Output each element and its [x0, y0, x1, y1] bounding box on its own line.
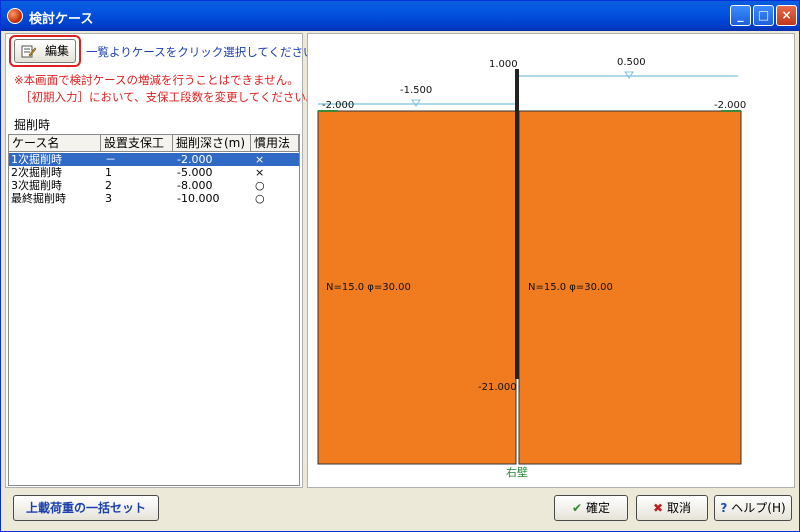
ok-button-label: 確定 — [586, 501, 611, 515]
window-title: 検討ケース — [29, 12, 94, 27]
cell-method: × — [255, 153, 265, 166]
cell-case: 2次掘削時 — [11, 166, 62, 179]
section-label: 掘削時 — [14, 118, 51, 132]
level-top-right: -2.000 — [714, 100, 746, 111]
hint-text: 一覧よりケースをクリック選択してください — [86, 45, 315, 59]
cell-method: ○ — [255, 179, 265, 192]
ok-button[interactable]: ✔ 確定 — [554, 495, 628, 521]
x-icon: ✖ — [652, 501, 664, 515]
col-header-case[interactable]: ケース名 — [9, 135, 101, 152]
warning-line-2: ［初期入力］において、支保工段数を変更してください。 — [20, 90, 318, 104]
bulk-load-button[interactable]: 上載荷重の一括セット — [13, 495, 159, 521]
cell-depth: -5.000 — [177, 166, 213, 179]
water-level-left-label: -1.500 — [400, 85, 432, 96]
level-wall-bottom: -21.000 — [478, 382, 517, 393]
title-bar[interactable]: 検討ケース _ □ × — [1, 1, 799, 31]
warning-line-1: ※本画面で検討ケースの増減を行うことはできません。 — [14, 73, 299, 87]
case-panel: 編集 一覧よりケースをクリック選択してください ※本画面で検討ケースの増減を行う… — [5, 33, 317, 488]
edit-button[interactable]: 編集 — [14, 39, 76, 63]
check-icon: ✔ — [571, 501, 583, 515]
cell-support: － — [105, 153, 116, 166]
help-button[interactable]: ? ヘルプ(H) — [714, 495, 792, 521]
level-top-left: -2.000 — [322, 100, 354, 111]
pencil-icon — [21, 45, 36, 58]
edit-button-label: 編集 — [44, 44, 69, 58]
water-marker-left — [411, 99, 421, 107]
cancel-button[interactable]: ✖ 取消 — [636, 495, 708, 521]
minimize-button[interactable]: _ — [730, 5, 751, 26]
maximize-button[interactable]: □ — [753, 5, 774, 26]
app-icon — [7, 8, 23, 24]
help-icon: ? — [720, 501, 728, 515]
col-header-method[interactable]: 慣用法 — [251, 135, 299, 152]
cell-depth: -8.000 — [177, 179, 213, 192]
cell-support: 3 — [105, 192, 112, 205]
retaining-wall — [515, 69, 519, 379]
cell-case: 最終掘削時 — [11, 192, 66, 205]
cell-method: × — [255, 166, 265, 179]
table-row[interactable]: 3次掘削時 2 -8.000 ○ — [9, 179, 299, 192]
cell-depth: -2.000 — [177, 153, 213, 166]
table-row[interactable]: 2次掘削時 1 -5.000 × — [9, 166, 299, 179]
soil-right-label: N=15.0 φ=30.00 — [528, 282, 613, 293]
water-level-right-label: 0.500 — [617, 57, 646, 68]
cell-depth: -10.000 — [177, 192, 220, 205]
cell-case: 3次掘削時 — [11, 179, 62, 192]
help-button-label: ヘルプ(H) — [731, 501, 786, 515]
section-diagram-panel: -2.000 -2.000 1.000 -1.500 0.500 -21.000… — [307, 33, 795, 488]
table-row[interactable]: 1次掘削時 － -2.000 × — [9, 153, 299, 166]
wall-label: 右壁 — [506, 465, 528, 479]
col-header-depth[interactable]: 掘削深さ(m) — [173, 135, 251, 152]
close-button[interactable]: × — [776, 5, 797, 26]
cell-case: 1次掘削時 — [11, 153, 62, 166]
level-wall-top: 1.000 — [489, 59, 518, 70]
cell-support: 2 — [105, 179, 112, 192]
cell-support: 1 — [105, 166, 112, 179]
case-table[interactable]: ケース名 設置支保工 掘削深さ(m) 慣用法 1次掘削時 － -2.000 × … — [8, 134, 300, 486]
col-header-support[interactable]: 設置支保工 — [101, 135, 173, 152]
cancel-button-label: 取消 — [667, 501, 692, 515]
section-diagram: -2.000 -2.000 1.000 -1.500 0.500 -21.000… — [317, 57, 746, 479]
soil-left-label: N=15.0 φ=30.00 — [326, 282, 411, 293]
water-marker-right — [624, 71, 634, 79]
table-row[interactable]: 最終掘削時 3 -10.000 ○ — [9, 192, 299, 205]
dialog-window: 検討ケース _ □ × 編集 一覧よりケースをクリック選択してください ※本画面… — [0, 0, 800, 532]
cell-method: ○ — [255, 192, 265, 205]
